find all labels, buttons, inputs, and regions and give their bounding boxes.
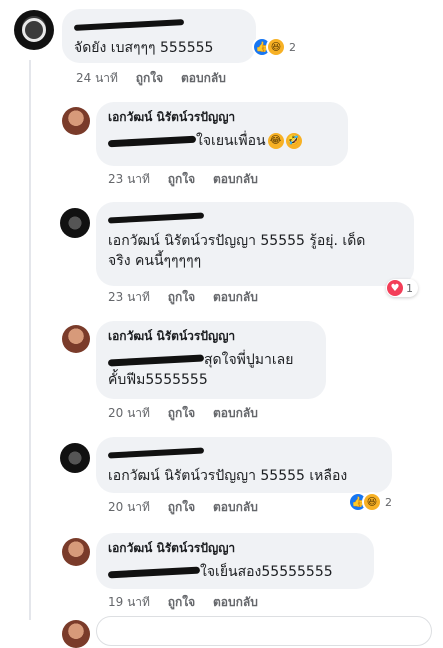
comment-bubble: เอกวัฒน์ นิรัตน์วรปัญญา สุดใจพี่ปูมาเลย …: [96, 321, 326, 399]
avatar[interactable]: [60, 443, 90, 473]
laughing-face-icon: 😆: [266, 37, 286, 57]
avatar[interactable]: [62, 325, 90, 353]
author-name-redacted[interactable]: [107, 209, 402, 225]
comment-actions: 20 นาที ถูกใจ ตอบกลับ: [108, 498, 272, 517]
redaction-scribble: [107, 211, 205, 224]
comment-text-after: ใจเยนเพื่อน: [196, 133, 266, 149]
reaction-count: 2: [385, 495, 392, 509]
comment-time[interactable]: 23 นาที: [108, 172, 150, 186]
thread-line: [29, 60, 31, 620]
redaction-scribble: [107, 446, 205, 459]
avatar[interactable]: [60, 208, 90, 238]
comment-text: จัดยัง เบสๆๆๆ 555555: [74, 40, 214, 56]
comment-actions: 23 นาที ถูกใจ ตอบกลับ: [108, 170, 272, 189]
reply-link[interactable]: ตอบกลับ: [213, 406, 258, 420]
reaction-summary[interactable]: 👍 😆 2: [348, 492, 392, 512]
redaction-scribble: [107, 566, 201, 578]
author-name[interactable]: เอกวัฒน์ นิรัตน์วรปัญญา: [108, 109, 336, 125]
comment-text-after: ใจเย็นสอง55555555: [200, 564, 333, 580]
author-name[interactable]: เอกวัฒน์ นิรัตน์วรปัญญา: [108, 328, 314, 344]
comment-text: ใจเยนเพื่อน 😂 🤣: [107, 131, 336, 151]
comment-text: สุดใจพี่ปูมาเลย: [107, 350, 314, 370]
reply-input-box[interactable]: [96, 616, 432, 646]
author-name[interactable]: เอกวัฒน์ นิรัตน์วรปัญญา: [108, 540, 362, 556]
laughing-face-icon: 😂: [267, 133, 284, 149]
comment-text: ใจเย็นสอง55555555: [107, 562, 362, 582]
reply-link[interactable]: ตอบกลับ: [213, 172, 258, 186]
comment-time[interactable]: 24 นาที: [76, 71, 118, 85]
reply-link[interactable]: ตอบกลับ: [181, 71, 226, 85]
like-link[interactable]: ถูกใจ: [168, 406, 195, 420]
reaction-count: 2: [289, 40, 296, 54]
reply-link[interactable]: ตอบกลับ: [213, 290, 258, 304]
like-link[interactable]: ถูกใจ: [136, 71, 163, 85]
comment-actions: 20 นาที ถูกใจ ตอบกลับ: [108, 404, 272, 423]
comment-time[interactable]: 23 นาที: [108, 290, 150, 304]
like-link[interactable]: ถูกใจ: [168, 172, 195, 186]
comment-bubble: เอกวัฒน์ นิรัตน์วรปัญญา 55555 รู้อยุ่. เ…: [96, 202, 414, 286]
comment-actions: 24 นาที ถูกใจ ตอบกลับ: [76, 69, 240, 88]
comment-bubble: เอกวัฒน์ นิรัตน์วรปัญญา ใจเยนเพื่อน 😂 🤣: [96, 102, 348, 166]
reaction-count: 1: [406, 281, 413, 295]
like-link[interactable]: ถูกใจ: [168, 595, 195, 609]
like-link[interactable]: ถูกใจ: [168, 290, 195, 304]
reaction-summary[interactable]: ♥ 1: [386, 279, 418, 297]
comment-bubble: เอกวัฒน์ นิรัตน์วรปัญญา ใจเย็นสอง5555555…: [96, 533, 374, 589]
reply-link[interactable]: ตอบกลับ: [213, 500, 258, 514]
comment-time[interactable]: 20 นาที: [108, 406, 150, 420]
rofl-face-icon: 🤣: [285, 133, 302, 149]
comment-text-line-1: เอกวัฒน์ นิรัตน์วรปัญญา 55555 รู้อยุ่. เ…: [108, 233, 366, 249]
redaction-scribble: [73, 18, 185, 31]
comment-text-after: สุดใจพี่ปูมาเลย: [204, 352, 294, 368]
laughing-face-icon: 😆: [362, 492, 382, 512]
reply-avatar[interactable]: [62, 620, 90, 648]
author-name-redacted[interactable]: [107, 444, 380, 460]
comment-text-line-2: จริง คนนี้ๆๆๆๆๆ: [108, 253, 202, 269]
comment-text: เอกวัฒน์ นิรัตน์วรปัญญา 55555 เหลือง: [108, 468, 348, 484]
reply-link[interactable]: ตอบกลับ: [213, 595, 258, 609]
comment-text-line-2: คั้บฟีม5555555: [108, 372, 208, 388]
redaction-scribble: [107, 353, 205, 367]
avatar[interactable]: [62, 538, 90, 566]
author-name-redacted[interactable]: [73, 16, 244, 32]
avatar[interactable]: [62, 107, 90, 135]
avatar-ring: [22, 18, 46, 42]
comment-time[interactable]: 19 นาที: [108, 595, 150, 609]
comment-bubble: เอกวัฒน์ นิรัตน์วรปัญญา 55555 เหลือง: [96, 437, 392, 493]
comment-actions: 19 นาที ถูกใจ ตอบกลับ: [108, 593, 272, 612]
like-link[interactable]: ถูกใจ: [168, 500, 195, 514]
comment-bubble: จัดยัง เบสๆๆๆ 555555: [62, 9, 256, 63]
heart-icon: ♥: [387, 280, 403, 296]
avatar[interactable]: [14, 10, 54, 50]
comment-actions: 23 นาที ถูกใจ ตอบกลับ: [108, 288, 272, 307]
redaction-scribble: [107, 135, 197, 147]
comment-time[interactable]: 20 นาที: [108, 500, 150, 514]
reaction-summary[interactable]: 👍 😆 2: [252, 37, 296, 57]
